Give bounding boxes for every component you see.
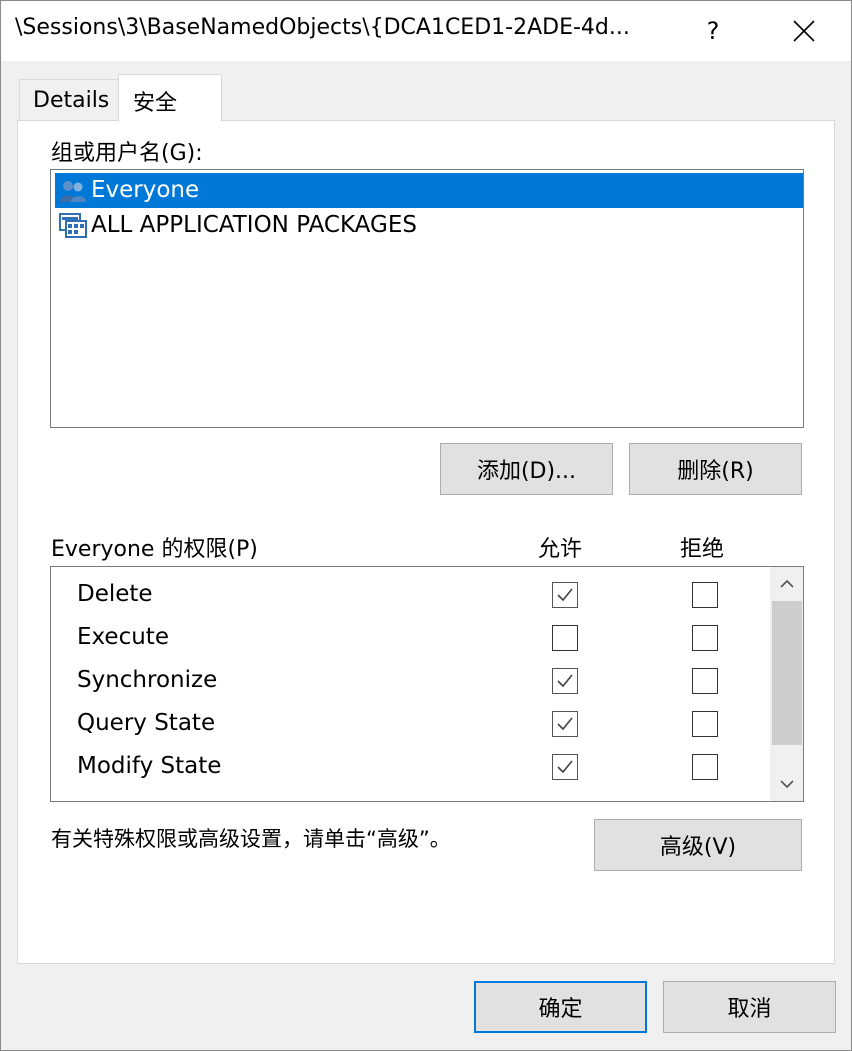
users-icon [60, 181, 86, 202]
permission-row-modify-state: Modify State [51, 747, 771, 790]
permission-name: Execute [77, 624, 169, 650]
title-bar: \Sessions\3\BaseNamedObjects\{DCA1CED1-2… [1, 1, 851, 61]
groups-label: 组或用户名(G): [51, 141, 203, 166]
list-item-label: Everyone [91, 177, 200, 203]
scroll-down-button[interactable] [770, 767, 803, 801]
check-icon [557, 588, 573, 602]
deny-checkbox-synchronize[interactable] [692, 668, 718, 694]
close-icon [793, 20, 815, 42]
allow-checkbox-query-state[interactable] [552, 711, 578, 737]
permissions-list[interactable]: Delete Execute Synchronize Query State M… [50, 566, 804, 802]
scroll-thumb[interactable] [772, 601, 802, 745]
close-button[interactable] [769, 1, 839, 61]
add-button[interactable]: 添加(D)... [440, 443, 613, 495]
cancel-button[interactable]: 取消 [663, 981, 836, 1033]
advanced-hint: 有关特殊权限或高级设置，请单击“高级”。 [51, 827, 451, 851]
help-button[interactable]: ? [685, 1, 741, 61]
check-icon [557, 674, 573, 688]
permission-row-execute: Execute [51, 618, 771, 661]
permission-row-delete: Delete [51, 575, 771, 618]
allow-checkbox-synchronize[interactable] [552, 668, 578, 694]
remove-button[interactable]: 删除(R) [629, 443, 802, 495]
chevron-up-icon [780, 579, 794, 588]
check-icon [557, 760, 573, 774]
allow-checkbox-modify-state[interactable] [552, 754, 578, 780]
deny-header: 拒绝 [680, 537, 725, 562]
permission-row-synchronize: Synchronize [51, 661, 771, 704]
permissions-label: Everyone 的权限(P) [51, 537, 258, 562]
deny-checkbox-modify-state[interactable] [692, 754, 718, 780]
list-item-everyone[interactable]: Everyone [55, 173, 803, 208]
group-user-list[interactable]: Everyone ALL APPLICATION PACKAGES [50, 169, 804, 428]
permission-name: Synchronize [77, 667, 218, 693]
list-item-all-application-packages[interactable]: ALL APPLICATION PACKAGES [55, 208, 803, 243]
chevron-down-icon [780, 780, 794, 789]
permission-name: Modify State [77, 753, 222, 779]
advanced-button[interactable]: 高级(V) [594, 819, 802, 871]
permissions-scrollbar[interactable] [770, 567, 803, 801]
security-dialog: \Sessions\3\BaseNamedObjects\{DCA1CED1-2… [0, 0, 852, 1051]
deny-checkbox-delete[interactable] [692, 582, 718, 608]
scroll-up-button[interactable] [770, 567, 803, 601]
allow-checkbox-delete[interactable] [552, 582, 578, 608]
deny-checkbox-execute[interactable] [692, 625, 718, 651]
list-item-label: ALL APPLICATION PACKAGES [91, 212, 417, 238]
tab-details[interactable]: Details [19, 79, 119, 121]
permission-row-query-state: Query State [51, 704, 771, 747]
tab-security[interactable]: 安全 [118, 74, 222, 122]
window-title: \Sessions\3\BaseNamedObjects\{DCA1CED1-2… [15, 15, 630, 40]
deny-checkbox-query-state[interactable] [692, 711, 718, 737]
permission-name: Query State [77, 710, 216, 736]
check-icon [557, 717, 573, 731]
app-packages-icon [59, 213, 87, 238]
allow-checkbox-execute[interactable] [552, 625, 578, 651]
permission-name: Delete [77, 581, 153, 607]
ok-button[interactable]: 确定 [474, 981, 647, 1033]
allow-header: 允许 [538, 537, 583, 562]
